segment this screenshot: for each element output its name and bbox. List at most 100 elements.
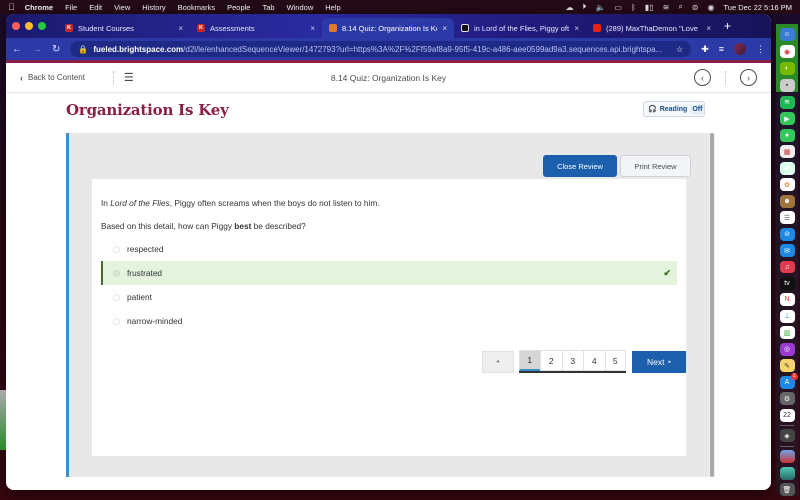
back-to-content-link[interactable]: ‹ Back to Content	[20, 73, 85, 83]
print-review-button[interactable]: Print Review	[620, 155, 691, 177]
wifi-icon[interactable]: ≋	[663, 3, 670, 12]
photos-icon[interactable]: ✿	[779, 178, 795, 192]
prompt-after: be described?	[251, 221, 306, 231]
display-icon[interactable]: ▭	[614, 3, 622, 12]
pages-icon[interactable]: ✎	[779, 359, 795, 373]
next-topic-button[interactable]: ›	[740, 69, 757, 86]
new-tab-button[interactable]: +	[724, 19, 731, 33]
menu-view[interactable]: View	[114, 3, 130, 12]
bookmark-star-icon[interactable]: ☆	[676, 45, 683, 54]
page-2-button[interactable]: 2	[540, 350, 562, 371]
podcasts-icon[interactable]: ◎	[779, 342, 795, 356]
answer-option-correct[interactable]: frustrated ✔	[101, 261, 677, 285]
menu-tab[interactable]: Tab	[262, 3, 274, 12]
menu-bookmarks[interactable]: Bookmarks	[178, 3, 216, 12]
menu-edit[interactable]: Edit	[89, 3, 102, 12]
keynote-icon[interactable]: ⊥	[779, 309, 795, 323]
bluetooth-icon[interactable]: ᛒ	[631, 3, 636, 12]
menu-history[interactable]: History	[142, 3, 165, 12]
reminders-icon[interactable]: ☰	[779, 211, 795, 225]
page-5-button[interactable]: 5	[604, 350, 626, 371]
finder-icon[interactable]: ☺	[779, 28, 795, 41]
scrollbar-thumb[interactable]	[710, 133, 714, 477]
music-icon[interactable]: ♫	[779, 260, 795, 274]
profile-avatar[interactable]	[734, 43, 746, 55]
facetime-icon[interactable]: ▶	[779, 112, 795, 126]
radio-button[interactable]	[113, 293, 120, 301]
apple-menu-icon[interactable]: 	[8, 2, 15, 12]
roblox-icon[interactable]: ▪	[779, 79, 795, 92]
macos-menu-bar:  Chrome File Edit View History Bookmark…	[0, 0, 800, 14]
address-bar[interactable]: 🔒 fueled.brightspace.com/d2l/le/enhanced…	[70, 41, 692, 57]
messages-icon[interactable]: ●	[779, 128, 795, 142]
radio-button-selected[interactable]	[113, 269, 120, 277]
spotlight-search-icon[interactable]: ⌕	[678, 2, 682, 12]
tab-youtube[interactable]: (289) MaxThaDemon "Love ×	[586, 18, 718, 38]
radio-button[interactable]	[113, 245, 120, 253]
siri-icon[interactable]: ◉	[708, 3, 715, 12]
tab-assessments[interactable]: K Assessments ×	[190, 18, 322, 38]
answer-option[interactable]: respected	[101, 237, 677, 261]
close-tab-icon[interactable]: ×	[706, 24, 711, 33]
minimized-window-thumbnail[interactable]	[779, 450, 795, 464]
answer-option[interactable]: patient	[101, 285, 677, 309]
scrollbar[interactable]	[709, 133, 715, 477]
spotify-icon[interactable]: ≋	[779, 96, 795, 109]
close-review-button[interactable]: Close Review	[543, 155, 617, 177]
apple-tv-icon[interactable]: tv	[779, 276, 795, 290]
volume-icon[interactable]: 🔈	[595, 3, 605, 12]
menu-file[interactable]: File	[65, 3, 77, 12]
news-icon[interactable]: N	[779, 293, 795, 307]
calendar-icon[interactable]: 22	[779, 408, 795, 422]
menu-help[interactable]: Help	[325, 3, 340, 12]
close-window-button[interactable]	[12, 22, 20, 30]
next-page-button[interactable]: Next ▸	[632, 350, 686, 373]
contacts-icon[interactable]: ☻	[779, 194, 795, 208]
app-store-icon[interactable]: A1	[779, 372, 798, 389]
mail-icon[interactable]: ✉	[779, 244, 795, 258]
tab-student-courses[interactable]: K Student Courses ×	[58, 18, 190, 38]
menu-clock[interactable]: Tue Dec 22 5:16 PM	[723, 3, 792, 12]
nvidia-icon[interactable]: ◐	[779, 62, 795, 75]
previous-page-button[interactable]: ◂	[481, 350, 514, 373]
more-options-icon[interactable]: ⋮	[756, 44, 765, 55]
page-4-button[interactable]: 4	[583, 350, 605, 371]
tab-search-result[interactable]: in Lord of the Flies, Piggy often ×	[454, 18, 586, 38]
chrome-icon[interactable]: ◉	[779, 45, 795, 58]
maps-icon[interactable]: ⬈	[779, 161, 795, 175]
minimize-window-button[interactable]	[25, 22, 33, 30]
zoom-window-button[interactable]	[38, 22, 46, 30]
radio-button[interactable]	[113, 317, 120, 325]
game-controller-icon[interactable]: ◈	[779, 429, 795, 443]
system-preferences-icon[interactable]: ⚙	[779, 392, 795, 406]
back-arrow-icon[interactable]: ←	[12, 44, 22, 55]
minimized-window-thumbnail[interactable]	[779, 466, 795, 480]
numbers-icon[interactable]: ▥	[779, 326, 795, 340]
close-tab-icon[interactable]: ×	[310, 24, 315, 33]
trash-icon[interactable]: 🗑	[779, 483, 795, 497]
launchpad-icon[interactable]: ▦	[779, 145, 795, 159]
page-1-button[interactable]: 1	[518, 350, 540, 371]
tab-quiz-active[interactable]: 8.14 Quiz: Organization Is Key ×	[322, 18, 454, 38]
battery-icon[interactable]: ▮▯	[645, 3, 654, 12]
tab-title: (289) MaxThaDemon "Love	[606, 23, 698, 33]
cloud-icon[interactable]: ☁	[565, 3, 573, 12]
safari-icon[interactable]: ⊘	[779, 227, 795, 241]
close-tab-icon[interactable]: ×	[178, 24, 183, 33]
reload-icon[interactable]: ↻	[52, 44, 60, 55]
extensions-puzzle-icon[interactable]: ✚	[701, 44, 709, 55]
control-center-icon[interactable]: ⊜	[692, 3, 699, 12]
forward-arrow-icon[interactable]: →	[32, 44, 42, 55]
reading-toggle-button[interactable]: 🎧 Reading Off	[643, 101, 705, 117]
page-3-button[interactable]: 3	[561, 350, 583, 371]
close-tab-icon[interactable]: ×	[574, 24, 579, 33]
table-of-contents-menu-icon[interactable]: ☰	[124, 71, 134, 84]
menu-people[interactable]: People	[227, 3, 250, 12]
reading-list-icon[interactable]: ≡	[719, 44, 724, 54]
play-icon[interactable]: ⏵	[582, 2, 586, 12]
menu-app-name[interactable]: Chrome	[25, 3, 53, 12]
close-tab-icon[interactable]: ×	[442, 24, 447, 33]
previous-topic-button[interactable]: ‹	[694, 69, 711, 86]
menu-window[interactable]: Window	[287, 3, 314, 12]
answer-option[interactable]: narrow-minded	[101, 309, 677, 333]
